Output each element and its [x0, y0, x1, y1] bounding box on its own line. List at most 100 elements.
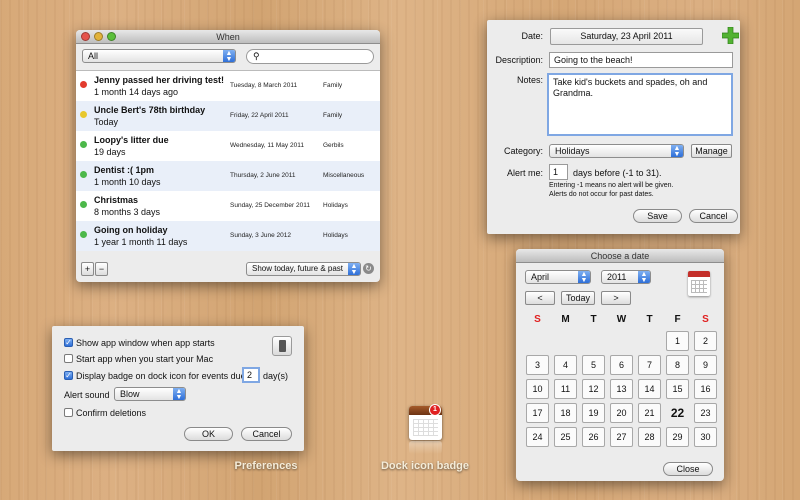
status-dot-icon [80, 231, 87, 238]
save-button[interactable]: Save [633, 209, 682, 223]
chevron-updown-icon: ▲ ▼ [348, 263, 360, 276]
close-window-button[interactable] [81, 32, 90, 41]
chevron-updown-icon: ▲ ▼ [671, 145, 683, 158]
event-category: Holidays [323, 202, 348, 209]
category-label: Category: [503, 146, 543, 156]
calendar-day[interactable]: 25 [554, 427, 577, 447]
dock-icon: 1 [409, 404, 442, 454]
event-row[interactable]: Loopy's litter due 19 days Wednesday, 11 M… [76, 131, 380, 161]
calendar-day[interactable]: 2 [694, 331, 717, 351]
window-controls [81, 32, 116, 41]
search-icon: ⚲ [253, 51, 260, 61]
show-range-select[interactable]: Show today, future & past ▲ ▼ [246, 262, 361, 276]
event-countdown: 1 month 10 days [94, 177, 161, 187]
filter-select-value: All [88, 51, 99, 61]
alert-days-input[interactable]: 1 [549, 164, 568, 180]
calendar-day[interactable]: 11 [554, 379, 577, 399]
show-window-checkbox[interactable]: ✓ [64, 338, 73, 347]
description-input[interactable]: Going to the beach! [549, 52, 733, 68]
calendar-day[interactable]: 30 [694, 427, 717, 447]
alert-label: Alert me: [506, 168, 543, 178]
when-titlebar: When [76, 30, 380, 44]
category-value: Holidays [555, 146, 590, 156]
calendar-day[interactable]: 15 [666, 379, 689, 399]
remove-event-button[interactable]: − [95, 262, 108, 276]
status-dot-icon [80, 111, 87, 118]
close-button[interactable]: Close [663, 462, 713, 476]
event-row[interactable]: Dentist :( 1pm 1 month 10 days Thursday, 2… [76, 161, 380, 191]
calendar-day[interactable]: 28 [638, 427, 661, 447]
confirm-deletions-checkbox[interactable] [64, 408, 73, 417]
calendar-day[interactable]: 27 [610, 427, 633, 447]
category-select[interactable]: Holidays ▲ ▼ [549, 144, 684, 158]
event-date: Tuesday, 8 March 2011 [230, 82, 298, 89]
cancel-button[interactable]: Cancel [689, 209, 738, 223]
notes-value: Take kid's buckets and spades, oh and Gr… [553, 77, 708, 98]
calendar-day[interactable]: 26 [582, 427, 605, 447]
chevron-updown-icon: ▲ ▼ [223, 50, 235, 63]
calendar-day[interactable]: 7 [638, 355, 661, 375]
event-row[interactable]: Going on holiday 1 year 1 month 11 days Su… [76, 221, 380, 251]
event-row[interactable]: Uncle Bert's 78th birthday Today Friday, 2… [76, 101, 380, 131]
start-at-login-checkbox[interactable] [64, 354, 73, 363]
event-countdown: 19 days [94, 147, 126, 157]
event-row[interactable]: Christmas 8 months 3 days Sunday, 25 Decem… [76, 191, 380, 221]
weekday-header: F [674, 314, 681, 325]
calendar-day[interactable]: 18 [554, 403, 577, 423]
calendar-day[interactable]: 14 [638, 379, 661, 399]
show-range-value: Show today, future & past [252, 264, 344, 273]
filter-select[interactable]: All ▲ ▼ [82, 49, 236, 63]
calendar-day[interactable]: 1 [666, 331, 689, 351]
event-title: Dentist :( 1pm [94, 165, 155, 175]
event-row[interactable]: Jenny passed her driving test! 1 month 14… [76, 71, 380, 101]
event-countdown: Today [94, 117, 119, 127]
calendar-day[interactable]: 8 [666, 355, 689, 375]
calendar-day[interactable]: 19 [582, 403, 605, 423]
calendar-day[interactable]: 6 [610, 355, 633, 375]
events-list: Jenny passed her driving test! 1 month 14… [76, 70, 380, 251]
calendar-day[interactable]: 9 [694, 355, 717, 375]
add-plus-icon[interactable] [721, 26, 740, 45]
calendar-day[interactable]: 12 [582, 379, 605, 399]
calendar-day[interactable]: 10 [526, 379, 549, 399]
preferences-cancel-button[interactable]: Cancel [241, 427, 292, 441]
alert-sound-select[interactable]: Blow ▲ ▼ [114, 387, 186, 401]
confirm-deletions-label: Confirm deletions [76, 408, 147, 418]
badge-days-input[interactable]: 2 [242, 367, 260, 383]
description-value: Going to the beach! [554, 55, 633, 65]
alert-hint-1: Entering -1 means no alert will be given… [549, 182, 674, 189]
preferences-caption: Preferences [234, 460, 298, 472]
calendar-day[interactable]: 4 [554, 355, 577, 375]
event-title: Jenny passed her driving test! [94, 75, 225, 85]
date-field[interactable]: Saturday, 23 April 2011 [550, 28, 703, 45]
calendar-day[interactable]: 21 [638, 403, 661, 423]
search-input[interactable]: ⚲ [246, 49, 374, 64]
calendar-day[interactable]: 17 [526, 403, 549, 423]
switch-icon-body [279, 340, 286, 352]
alert-suffix: days before (-1 to 31). [573, 168, 662, 178]
event-category: Miscellaneous [323, 172, 365, 179]
minimize-window-button[interactable] [94, 32, 103, 41]
calendar-day[interactable]: 5 [582, 355, 605, 375]
calendar-day[interactable]: 29 [666, 427, 689, 447]
calendar-day[interactable]: 24 [526, 427, 549, 447]
add-event-button[interactable]: + [81, 262, 94, 276]
refresh-icon[interactable]: ↻ [363, 263, 374, 274]
event-date: Sunday, 25 December 2011 [230, 202, 310, 209]
ok-button[interactable]: OK [184, 427, 233, 441]
calendar-day-today[interactable]: 22 [666, 403, 689, 423]
status-dot-icon [80, 171, 87, 178]
calendar-day[interactable]: 3 [526, 355, 549, 375]
calendar-day[interactable]: 16 [694, 379, 717, 399]
app-switch-icon[interactable] [272, 336, 292, 356]
notes-textarea[interactable]: Take kid's buckets and spades, oh and Gr… [547, 73, 733, 136]
chevron-updown-icon: ▲ ▼ [173, 388, 185, 401]
manage-button[interactable]: Manage [691, 144, 732, 158]
dock-badge-checkbox[interactable]: ✓ [64, 371, 73, 380]
calendar-day[interactable]: 20 [610, 403, 633, 423]
calendar-day[interactable]: 13 [610, 379, 633, 399]
dock-badge: 1 [429, 404, 441, 416]
zoom-window-button[interactable] [107, 32, 116, 41]
dock-badge-caption: Dock icon badge [380, 460, 470, 472]
calendar-day[interactable]: 23 [694, 403, 717, 423]
